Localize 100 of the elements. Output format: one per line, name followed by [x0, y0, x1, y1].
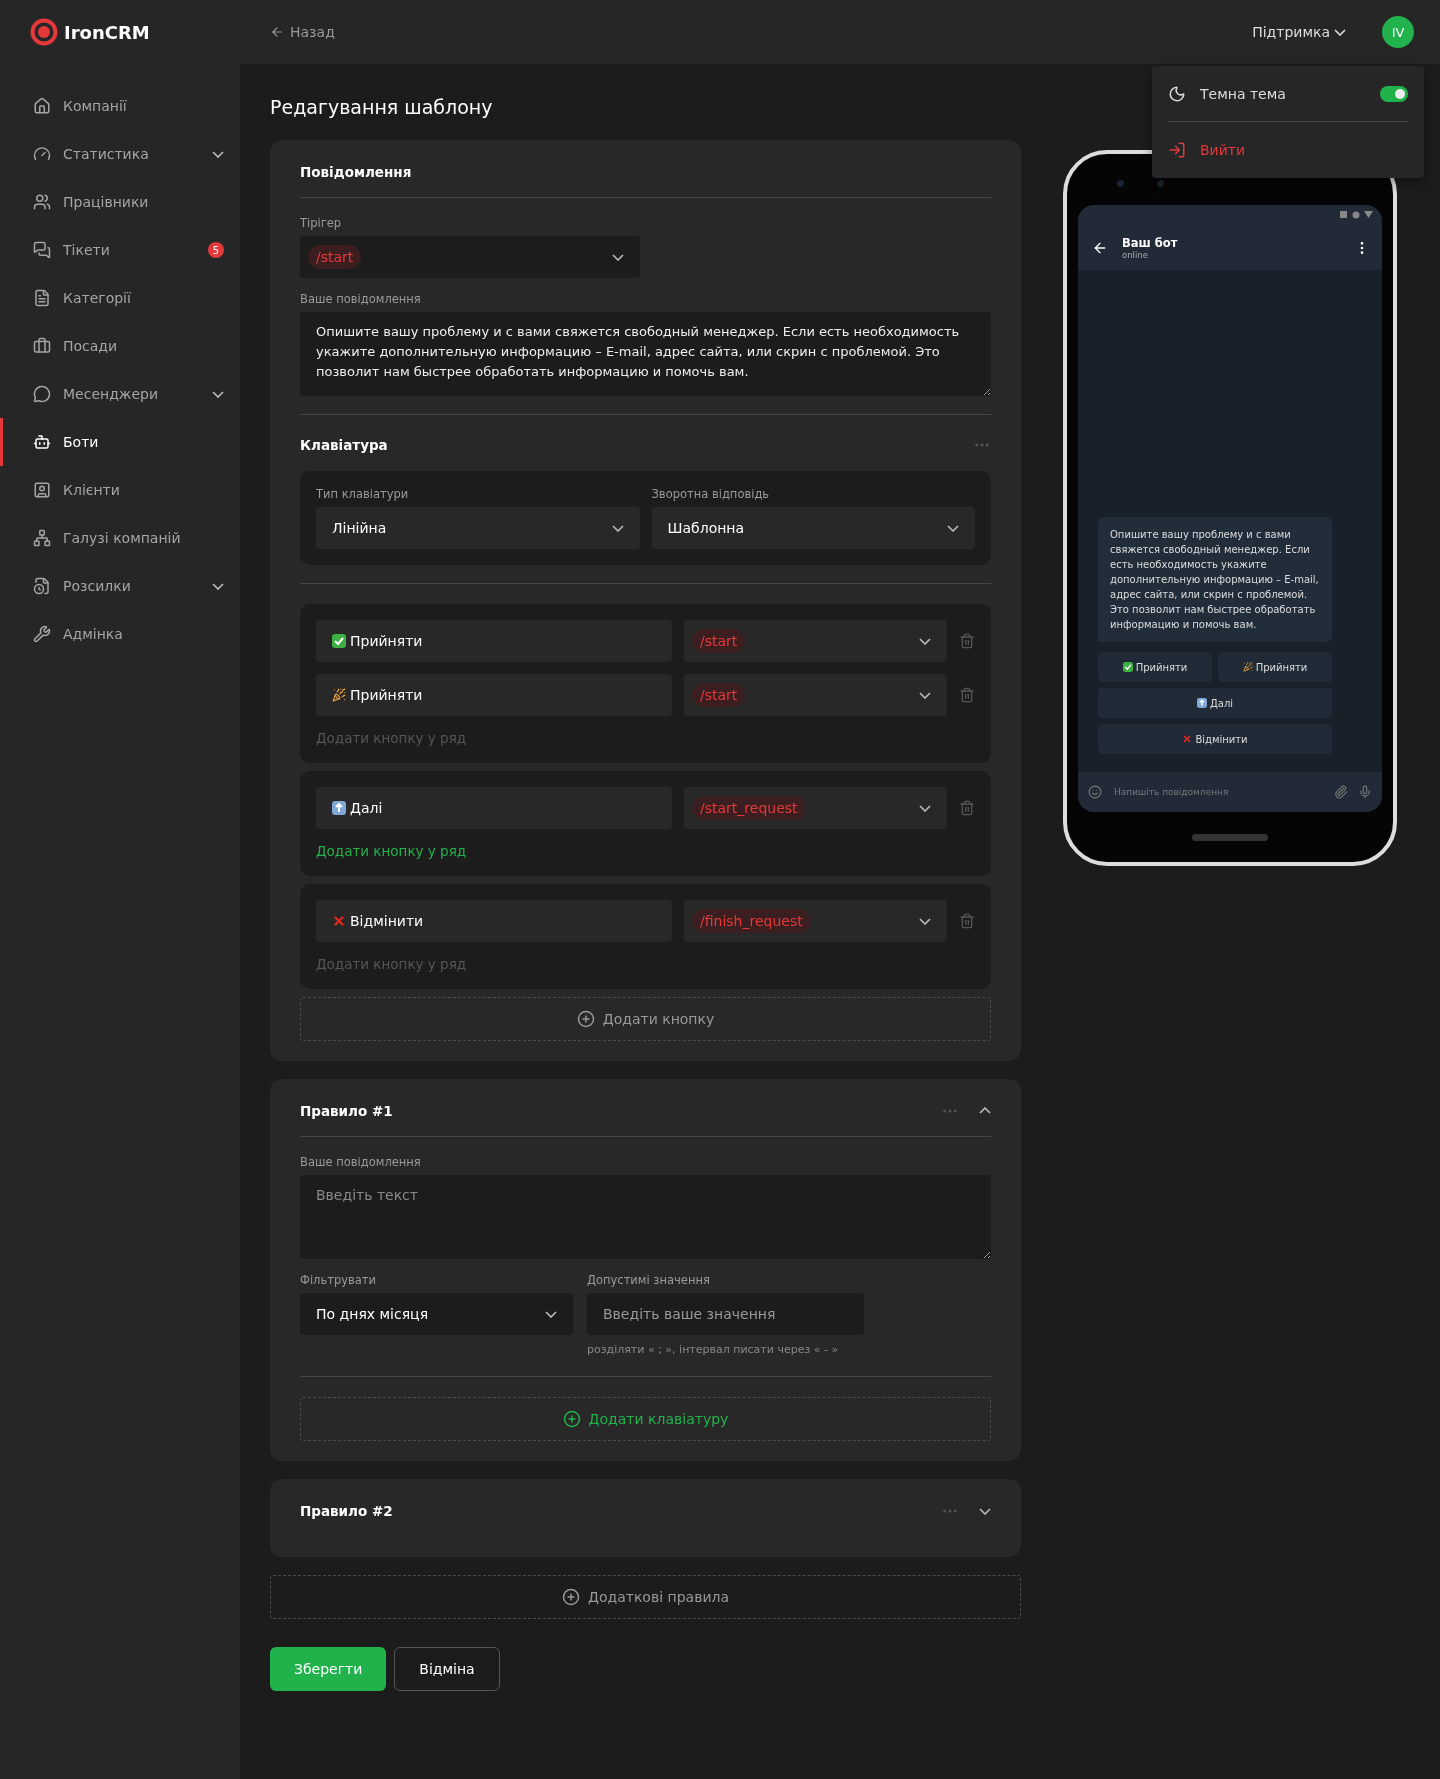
section-title: Клавіатура [300, 437, 389, 453]
sidebar-icon [33, 625, 51, 643]
camera-icon [1157, 180, 1164, 187]
command-select[interactable]: /finish_request [684, 900, 947, 942]
delete-icon[interactable] [959, 913, 975, 929]
add-button-in-row-link[interactable]: Додати кнопку у ряд [316, 843, 467, 859]
sidebar-item[interactable]: Боти [0, 418, 240, 466]
add-rules-button[interactable]: Додаткові правила [270, 1575, 1021, 1619]
chevron-down-icon [611, 524, 624, 532]
message-field[interactable]: Опишите вашу проблему и с вами свяжется свободный менеджер. Если есть необходимость укажите дополнительную информацию – E-mail, адрес сайта, или скрин с проблемой. Это позволит нам быстрее обработать информацию и помочь вам. [300, 312, 991, 396]
delete-icon[interactable] [959, 800, 975, 816]
field-label: Ваше повідомлення [300, 1155, 422, 1169]
sidebar-icon [33, 433, 51, 451]
theme-toggle[interactable] [1380, 85, 1408, 102]
field-label: Тірігер [300, 216, 343, 230]
cross-mark-icon [1182, 734, 1193, 744]
bot-status: online [1122, 249, 1149, 260]
sidebar-icon [33, 481, 51, 499]
check-mark-icon [332, 634, 346, 648]
party-popper-icon [1242, 662, 1253, 672]
logo-icon [30, 18, 58, 46]
chevron-up-icon [979, 1107, 991, 1114]
filter-select[interactable]: По днях місяця [300, 1293, 573, 1335]
sidebar-item[interactable]: Клієнти [0, 466, 240, 514]
sidebar-icon [33, 193, 51, 211]
logout-menu-item[interactable]: Вийти [1168, 122, 1408, 178]
page-title: Редагування шаблону [270, 95, 494, 120]
chevron-down-icon [979, 1507, 991, 1515]
chevron-down-icon [612, 253, 624, 261]
theme-menu-item[interactable]: Темна тема [1168, 66, 1408, 122]
delete-icon[interactable] [959, 687, 975, 703]
count-badge: 5 [208, 242, 224, 258]
camera-icon [1117, 180, 1124, 187]
keyboard-button[interactable]: Прийняти [1098, 652, 1212, 682]
plus-icon [562, 1588, 580, 1606]
sidebar-item[interactable]: Статистика [0, 130, 240, 178]
add-keyboard-button[interactable]: Додати клавіатуру [300, 1397, 991, 1441]
trigger-select[interactable]: /start [300, 236, 640, 278]
sidebar-item[interactable]: Категорії [0, 274, 240, 322]
command-select[interactable]: /start [684, 674, 947, 716]
emoji-icon[interactable] [1088, 785, 1102, 799]
back-link[interactable]: Назад [270, 24, 335, 40]
status-icons [1340, 211, 1374, 219]
field-label: Зворотна відповідь [651, 487, 771, 501]
field-label: Ваше повідомлення [300, 292, 422, 306]
field-label: Тип клавіатури [316, 487, 410, 501]
chevron-down-icon [545, 1310, 557, 1318]
button-text-field[interactable]: Далі [316, 787, 672, 829]
field-label: Фільтрувати [300, 1273, 378, 1287]
cancel-button[interactable]: Відміна [394, 1647, 500, 1691]
up-arrow-icon [332, 801, 346, 815]
keyboard-button[interactable]: Відмінити [1098, 724, 1332, 754]
rule-title: Правило #2 [300, 1503, 394, 1519]
sidebar-icon [33, 337, 51, 355]
support-menu[interactable]: Підтримка [1246, 23, 1352, 41]
chat-message: Опишите вашу проблему и с вами свяжется свободный менеджер. Если есть необходимость укажите дополнительную информацию – E-mail, адрес сайта, или скрин с проблемой. Это позволит нам быстрее обработать информацию и помочь вам. [1098, 517, 1332, 642]
sidebar-item[interactable]: Адмінка [0, 610, 240, 658]
add-button[interactable]: Додати кнопку [300, 997, 991, 1041]
chevron-down-icon [1334, 28, 1346, 36]
sidebar-icon [33, 385, 51, 403]
sidebar-icon [33, 145, 51, 163]
chevron-down-icon [947, 524, 959, 532]
hint-text: розділяти « ; », інтервал писати через « - » [587, 1343, 840, 1356]
message-field[interactable]: Введіть текст [300, 1175, 991, 1259]
up-arrow-icon [1196, 698, 1207, 708]
sidebar-item[interactable]: Посади [0, 322, 240, 370]
sidebar-icon [33, 289, 51, 307]
sidebar-item[interactable]: Працівники [0, 178, 240, 226]
command-select[interactable]: /start [684, 620, 947, 662]
button-text-field[interactable]: Прийняти [316, 674, 672, 716]
sidebar-icon [33, 241, 51, 259]
keyboard-button[interactable]: Прийняти [1218, 652, 1332, 682]
sidebar-item[interactable]: Компанії [0, 82, 240, 130]
value-field[interactable]: Введіть ваше значення [587, 1293, 864, 1335]
bot-name: Ваш бот [1122, 235, 1179, 250]
mic-icon[interactable] [1358, 785, 1372, 799]
sidebar-icon [33, 577, 51, 595]
chevron-down-icon [919, 691, 931, 699]
rule-title: Правило #1 [300, 1102, 394, 1119]
chevron-down-icon [919, 917, 931, 925]
delete-icon[interactable] [959, 633, 975, 649]
sidebar-icon [33, 529, 51, 547]
chevron-down-icon [919, 637, 931, 645]
attach-icon[interactable] [1334, 785, 1348, 799]
sidebar-item[interactable]: Месенджери [0, 370, 240, 418]
keyboard-button[interactable]: Далі [1098, 688, 1332, 718]
command-select[interactable]: /start_request [684, 787, 947, 829]
chevron-down-icon [212, 390, 224, 398]
sidebar-item[interactable]: Тікети 5 [0, 226, 240, 274]
keyboard-select[interactable]: Шаблонна [651, 507, 975, 549]
button-text-field[interactable]: Прийняти [316, 620, 672, 662]
moon-icon [1168, 84, 1186, 103]
sidebar-item[interactable]: Галузі компаній [0, 514, 240, 562]
chevron-down-icon [212, 150, 224, 158]
button-text-field[interactable]: Відмінити [316, 900, 672, 942]
chevron-down-icon [919, 804, 931, 812]
sidebar-item[interactable]: Розсилки [0, 562, 240, 610]
keyboard-select[interactable]: Лінійна [316, 507, 640, 549]
section-title: Повідомлення [300, 163, 413, 180]
sidebar-icon [33, 97, 51, 115]
